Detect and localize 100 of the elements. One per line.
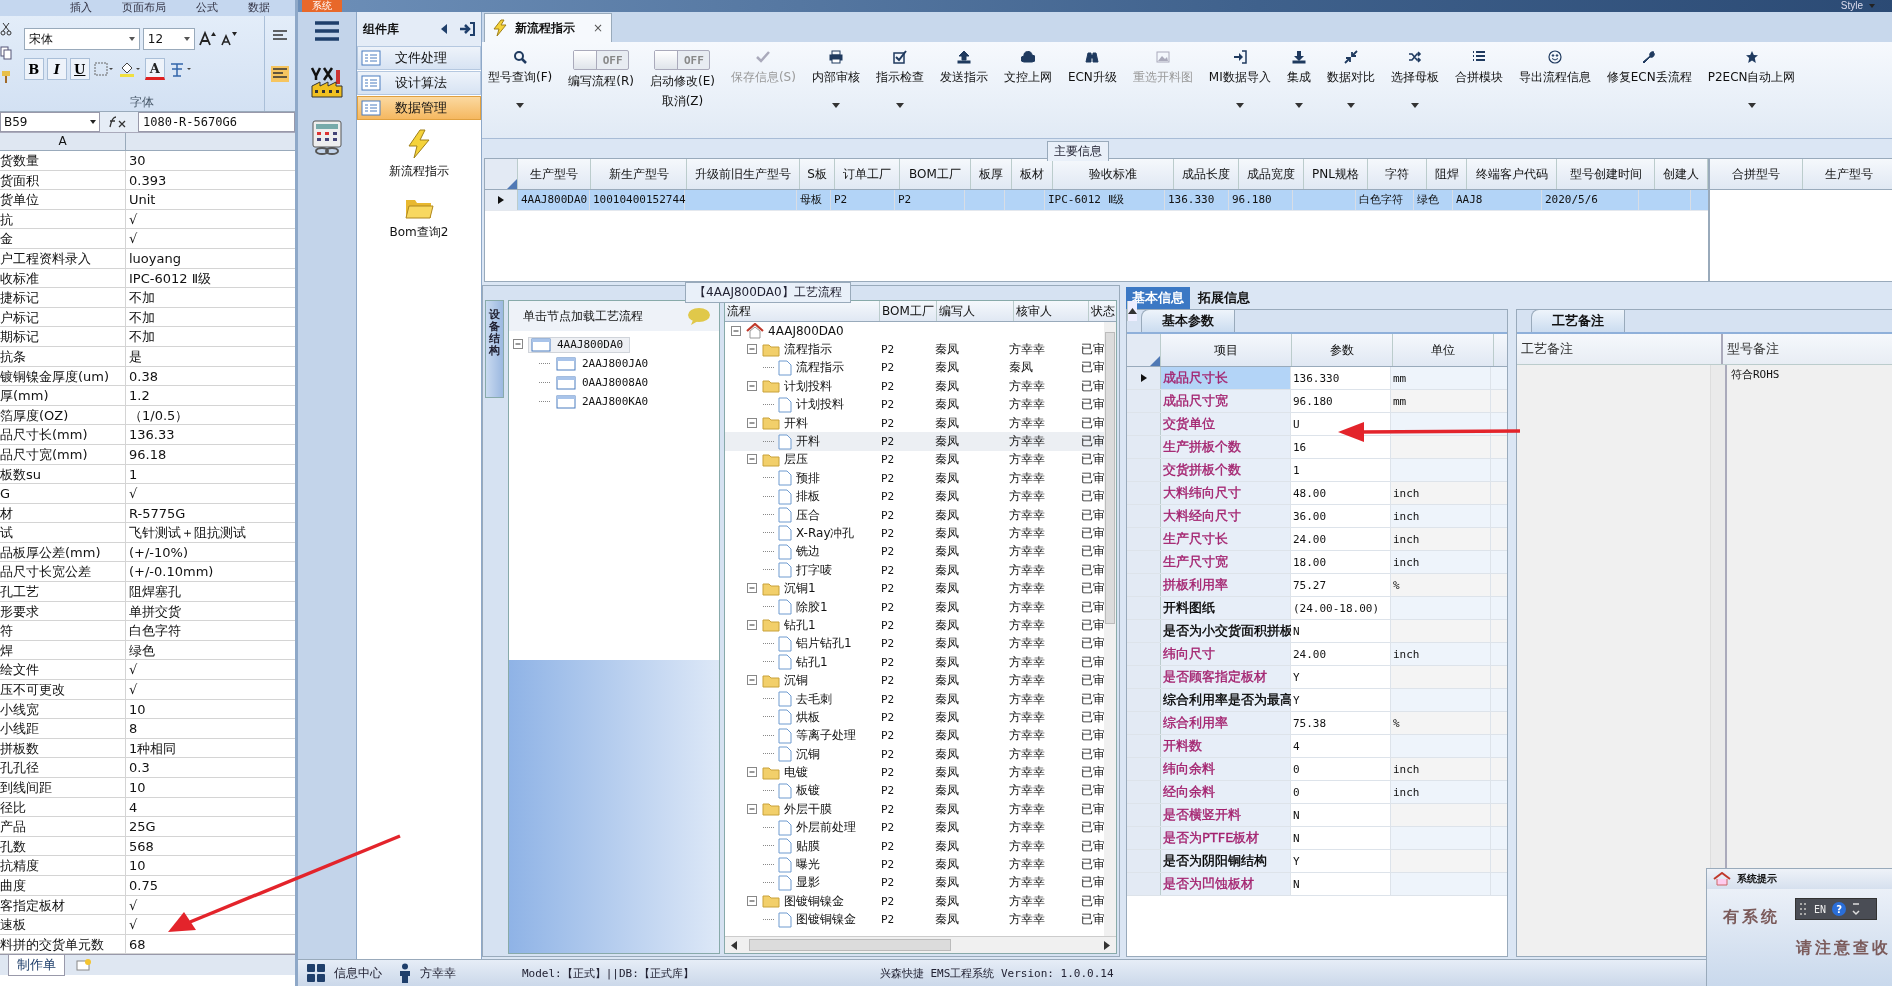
tree-node[interactable]: 0AAJ8008A0 (554, 375, 655, 390)
column-header[interactable]: 项目 (1161, 334, 1292, 366)
tab[interactable]: 拓展信息 (1192, 287, 1256, 309)
column-header[interactable]: 终端客户代码 (1467, 159, 1557, 189)
tab[interactable]: 工艺备注 (1531, 309, 1625, 332)
side-tab[interactable]: 设备结构 (485, 300, 504, 399)
column-header[interactable]: PNL规格 (1304, 159, 1368, 189)
tree-node[interactable]: 4AAJ800DA0 (528, 336, 631, 353)
collapse-icon[interactable] (747, 583, 758, 595)
table-row[interactable]: 开料数 4 (1127, 735, 1507, 758)
tree-node[interactable]: 2AAJ800KA0 (554, 394, 655, 409)
style-button[interactable]: Style (1840, 0, 1892, 12)
tab[interactable]: 基本信息 (1126, 287, 1190, 309)
table-row[interactable]: 是否为凹蚀板材 N (1127, 873, 1507, 896)
scissors-icon[interactable] (0, 22, 12, 36)
scrollbar[interactable] (1104, 322, 1116, 936)
collapse-icon[interactable] (747, 895, 758, 907)
collapse-icon[interactable] (747, 767, 758, 779)
table-row[interactable]: 经向余料 0 inch (1127, 781, 1507, 804)
format-button[interactable]: U (69, 58, 90, 80)
toolbar-button[interactable]: 内部审核 (811, 50, 860, 108)
ribbon-tab[interactable]: 数据 (248, 0, 270, 16)
grid-icon[interactable] (306, 963, 326, 983)
table-row[interactable]: 纬向余料 0 inch (1127, 758, 1507, 781)
fill-color-icon[interactable] (117, 60, 142, 78)
collapse-icon[interactable] (747, 454, 758, 466)
toolbar-button[interactable]: MI数据导入 (1208, 50, 1271, 108)
column-header[interactable]: 合拼型号 (1710, 159, 1803, 189)
column-header[interactable]: 新生产型号 (591, 159, 687, 189)
copy-icon[interactable] (0, 46, 12, 60)
collapse-icon[interactable] (747, 344, 758, 356)
collapse-icon[interactable] (747, 803, 758, 815)
table-row[interactable]: 综合利用率 75.38 % (1127, 712, 1507, 735)
table-row[interactable]: 开料图纸 (24.00-18.00) (1127, 597, 1507, 620)
collapse-icon[interactable] (747, 619, 758, 631)
table-row[interactable]: 交货拼板个数 1 (1127, 459, 1507, 482)
column-header[interactable]: 生产型号 (1803, 159, 1892, 189)
column-header[interactable]: 型号创建时间 (1557, 159, 1655, 189)
column-header[interactable]: 参数 (1292, 334, 1393, 366)
font-grow-icon[interactable] (197, 30, 216, 48)
calculator-icon[interactable] (310, 120, 344, 156)
column-header[interactable]: 板厚 (971, 159, 1012, 189)
column-header[interactable]: 生产型号 (518, 159, 591, 189)
language-label[interactable]: EN (1814, 903, 1827, 915)
table-row[interactable]: 生产拼板个数 16 (1127, 436, 1507, 459)
table-row[interactable]: 4AAJ800DA0 10010400152744 母板 P2 P2 IPC-6012 Ⅱ级 136.330 96.180 白色字符 绿色 AAJ8 2020/5/6 (485, 190, 1708, 211)
pin-icon[interactable] (459, 22, 475, 36)
scroll-right-icon[interactable] (1104, 940, 1110, 950)
column-header[interactable]: 成品长度 (1174, 159, 1239, 189)
status-text[interactable]: 信息中心 (334, 964, 382, 982)
menu-icon[interactable] (314, 20, 340, 42)
document-tab[interactable]: 新流程指示 × (484, 13, 613, 42)
column-header[interactable]: 订单工厂 (835, 159, 900, 189)
column-header[interactable]: 型号备注 (1723, 334, 1892, 364)
ribbon-tab[interactable]: 插入 (70, 0, 92, 16)
column-header[interactable]: 创建人 (1655, 159, 1708, 189)
collapse-icon[interactable] (747, 417, 758, 429)
brush-icon[interactable] (0, 70, 12, 84)
table-row[interactable]: 是否为阴阳铜结构 Y (1127, 850, 1507, 873)
collapse-icon[interactable] (747, 675, 758, 687)
tree-row[interactable]: 开料 P2 秦凤 方幸幸 已审 (725, 432, 1104, 451)
table-row[interactable]: 综合利用率是否为最高Y (1127, 689, 1507, 712)
toolbar-button[interactable]: 修复ECN丢流程 (1606, 50, 1692, 86)
column-header[interactable]: 板材 (1012, 159, 1053, 189)
collapse-icon[interactable] (731, 325, 742, 337)
table-row[interactable]: 成品尺寸长 136.330 mm (1127, 367, 1507, 390)
ribbon-tab[interactable]: 公式 (196, 0, 218, 16)
font-color-button[interactable]: A (144, 58, 165, 80)
align-icon[interactable] (271, 66, 289, 82)
toolbar-button[interactable]: 文控上网 (1003, 50, 1052, 86)
table-row[interactable]: 是否顾客指定板材 Y (1127, 666, 1507, 689)
collapse-icon[interactable] (513, 339, 524, 350)
table-row[interactable]: 大料纬向尺寸 48.00 inch (1127, 482, 1507, 505)
table-row[interactable]: 是否为小交货面积拼板N (1127, 620, 1507, 643)
toolbar-button[interactable]: 指示检查 (875, 50, 924, 108)
toolbar-button[interactable]: P2ECN自动上网 (1707, 50, 1796, 108)
column-header[interactable]: 阻焊 (1427, 159, 1467, 189)
column-header[interactable]: 单位 (1393, 334, 1494, 366)
panel-item[interactable]: 设计算法 (357, 71, 481, 95)
toolbar-button[interactable]: 选择母板 (1390, 50, 1439, 108)
table-row[interactable]: 是否为PTFE板材 N (1127, 827, 1507, 850)
collapse-icon[interactable] (747, 380, 758, 392)
column-header[interactable]: 成品宽度 (1239, 159, 1304, 189)
column-header[interactable]: BOM工厂 (880, 301, 937, 321)
column-header[interactable]: S板 (800, 159, 835, 189)
toolbar-button[interactable]: 数据对比 (1326, 50, 1375, 108)
table-row[interactable]: 是否横竖开料 N (1127, 804, 1507, 827)
column-header[interactable]: 流程 (725, 301, 880, 321)
column-header[interactable]: 编写人 (937, 301, 1014, 321)
table-row[interactable]: 成品尺寸宽 96.180 mm (1127, 390, 1507, 413)
font-name-dropdown[interactable]: 宋体 (23, 28, 140, 50)
table-row[interactable]: 生产尺寸宽 18.00 inch (1127, 551, 1507, 574)
help-button[interactable]: ? (1832, 902, 1847, 916)
panel-item[interactable]: 文件处理 (357, 46, 481, 70)
toolbar-button[interactable]: ECN升级 (1067, 50, 1117, 86)
toolbar-button[interactable]: 集成 (1286, 50, 1311, 108)
toolbar-button[interactable]: 合拼模块 (1454, 50, 1503, 86)
format-button[interactable]: B (23, 58, 44, 80)
toolbar-button[interactable]: 型号查询(F) (488, 50, 553, 108)
table-row[interactable]: 纬向尺寸 24.00 inch (1127, 643, 1507, 666)
